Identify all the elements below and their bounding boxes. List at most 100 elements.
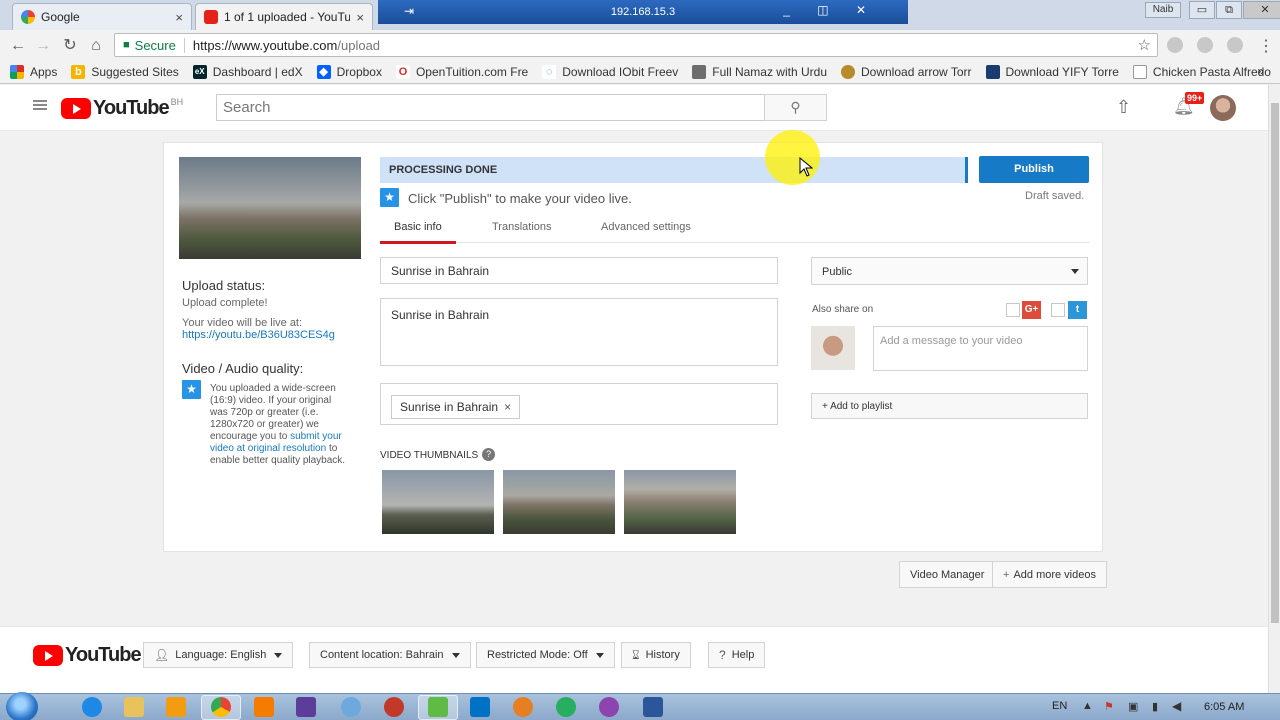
add-to-playlist-button[interactable]: + Add to playlist (811, 393, 1088, 419)
address-bar[interactable]: ■ Secure https://www.youtube.com /upload… (114, 33, 1158, 57)
taskbar-clock[interactable]: 6:05 AM (1204, 701, 1244, 713)
bookmark-dropbox[interactable]: ◆ Dropbox (316, 64, 382, 79)
bookmark-label: Dashboard | edX (212, 64, 303, 79)
upload-card: Upload status: Upload complete! Your vid… (163, 142, 1103, 552)
browser-tab-google[interactable]: Google × (12, 3, 192, 30)
thumbnail-option[interactable] (382, 470, 494, 534)
bookmark-apps[interactable]: Apps (10, 64, 57, 79)
bookmark-edx[interactable]: eX Dashboard | edX (192, 64, 303, 79)
action-center-icon[interactable]: ⚑ (1104, 700, 1114, 713)
plus-icon: + (1003, 569, 1010, 581)
pin-icon[interactable]: ⇥ (404, 4, 414, 18)
account-avatar[interactable] (1210, 95, 1236, 121)
outlook-icon[interactable] (470, 697, 490, 717)
tray-app-icon[interactable]: ▣ (1128, 700, 1138, 713)
video-manager-button[interactable]: Video Manager (899, 561, 996, 588)
vlc-icon[interactable] (254, 697, 274, 717)
tab-advanced-settings[interactable]: Advanced settings (601, 221, 691, 243)
share-message-input[interactable]: Add a message to your video (873, 326, 1088, 371)
video-link[interactable]: https://youtu.be/B36U83CES4g (182, 329, 357, 341)
bookmark-namaz[interactable]: Full Namaz with Urdu (692, 64, 827, 79)
language-button[interactable]: 👤︎ Language: English (143, 642, 294, 668)
page-scrollbar[interactable] (1268, 85, 1280, 693)
forward-arrow-icon[interactable]: → (33, 36, 53, 56)
home-icon[interactable]: ⌂ (86, 36, 106, 56)
youtube-logo[interactable]: YouTube BH (61, 97, 183, 120)
extension-icon[interactable] (1197, 37, 1213, 53)
remote-desktop-icon[interactable] (428, 697, 448, 717)
history-button[interactable]: ⌛︎ History (621, 642, 691, 668)
extension-icon[interactable] (1227, 37, 1243, 53)
back-arrow-icon[interactable]: ← (8, 36, 28, 56)
taskbar-app-icon[interactable] (599, 697, 619, 717)
browser-menu-icon[interactable]: ⋮ (1258, 36, 1274, 56)
media-player-icon[interactable] (166, 697, 186, 717)
restore-button[interactable]: ⧉ (1216, 1, 1242, 19)
volume-icon[interactable]: ◀︎ (1172, 699, 1181, 713)
title-field[interactable]: Sunrise in Bahrain (380, 257, 778, 284)
bookmark-iobit[interactable]: ◌ Download IObit Freev (542, 64, 678, 79)
close-tab-icon[interactable]: × (356, 10, 364, 25)
network-icon[interactable]: ▮ (1152, 700, 1158, 713)
browser-tab-youtube-upload[interactable]: 1 of 1 uploaded - YouTub × (195, 3, 373, 30)
tab-basic-info[interactable]: Basic info (380, 221, 456, 244)
taskbar-app-icon[interactable] (556, 697, 576, 717)
upload-icon[interactable]: ⇧ (1116, 97, 1131, 118)
publish-button[interactable]: Publish (979, 156, 1089, 183)
bookmark-star-icon[interactable]: ☆ (1138, 36, 1151, 54)
bookmark-label: Suggested Sites (91, 64, 179, 79)
restricted-mode-button[interactable]: Restricted Mode: Off (476, 642, 615, 668)
gplus-share-checkbox[interactable] (1006, 303, 1020, 317)
extension-icon[interactable] (1167, 37, 1183, 53)
tray-expand-icon[interactable]: ▲ (1082, 700, 1093, 712)
taskbar-app-icon[interactable] (82, 697, 102, 717)
chrome-icon[interactable] (211, 697, 231, 717)
guide-menu-icon[interactable] (33, 100, 47, 110)
progress-text: PROCESSING DONE (389, 164, 498, 176)
remote-window-controls[interactable]: _ ◫ ✕ (783, 3, 878, 17)
privacy-select[interactable]: Public (811, 257, 1088, 285)
info-star-icon: ★ (380, 188, 399, 207)
thumbnail-option[interactable] (503, 470, 615, 534)
add-more-videos-button[interactable]: + Add more videos (992, 561, 1107, 588)
reload-icon[interactable]: ↻ (60, 36, 80, 56)
footer-youtube-logo[interactable]: YouTube (33, 644, 142, 667)
scrollbar-thumb[interactable] (1271, 103, 1279, 623)
description-field[interactable]: Sunrise in Bahrain (380, 298, 778, 366)
search-icon: ⚲ (790, 99, 801, 115)
visual-studio-icon[interactable] (296, 697, 316, 717)
upload-status-title: Upload status: (182, 278, 266, 293)
input-language[interactable]: EN (1052, 700, 1067, 712)
twitter-share-checkbox[interactable] (1051, 303, 1065, 317)
taskbar-app-icon[interactable] (513, 697, 533, 717)
bookmark-opentuition[interactable]: O OpenTuition.com Fre (395, 64, 528, 79)
search-input[interactable]: Search (216, 94, 765, 121)
more-bookmarks-icon[interactable]: » (1257, 64, 1264, 78)
quality-title: Video / Audio quality: (182, 361, 304, 376)
file-explorer-icon[interactable] (124, 697, 144, 717)
bookmark-suggested-sites[interactable]: b Suggested Sites (71, 64, 179, 79)
bookmark-chicken-pasta[interactable]: Chicken Pasta Alfredo (1132, 64, 1271, 79)
bookmark-yify[interactable]: Download YIFY Torre (985, 64, 1119, 79)
search-button[interactable]: ⚲ (764, 94, 827, 121)
thumbnail-option[interactable] (624, 470, 736, 534)
bookmark-label: Download arrow Torr (861, 64, 972, 79)
content-location-button[interactable]: Content location: Bahrain (309, 642, 471, 668)
close-window-button[interactable]: ✕ (1243, 1, 1280, 19)
word-icon[interactable] (643, 697, 663, 717)
tags-field[interactable]: Sunrise in Bahrain × (380, 383, 778, 425)
tab-translations[interactable]: Translations (492, 221, 552, 243)
help-icon: ? (719, 648, 726, 662)
upload-tabs: Basic info Translations Advanced setting… (380, 217, 1089, 244)
remove-tag-icon[interactable]: × (504, 400, 511, 414)
help-icon[interactable]: ? (482, 448, 496, 461)
windows-start-button[interactable] (6, 692, 38, 720)
profile-name-button[interactable]: Naib (1145, 2, 1181, 18)
minimize-button[interactable]: ▭ (1189, 1, 1215, 19)
close-tab-icon[interactable]: × (175, 10, 183, 25)
taskbar-app-icon[interactable] (384, 697, 404, 717)
help-button[interactable]: ? Help (708, 642, 766, 668)
bookmark-arrow-torrent[interactable]: Download arrow Torr (841, 64, 972, 79)
edx-icon: eX (192, 64, 207, 79)
taskbar-app-icon[interactable] (341, 697, 361, 717)
